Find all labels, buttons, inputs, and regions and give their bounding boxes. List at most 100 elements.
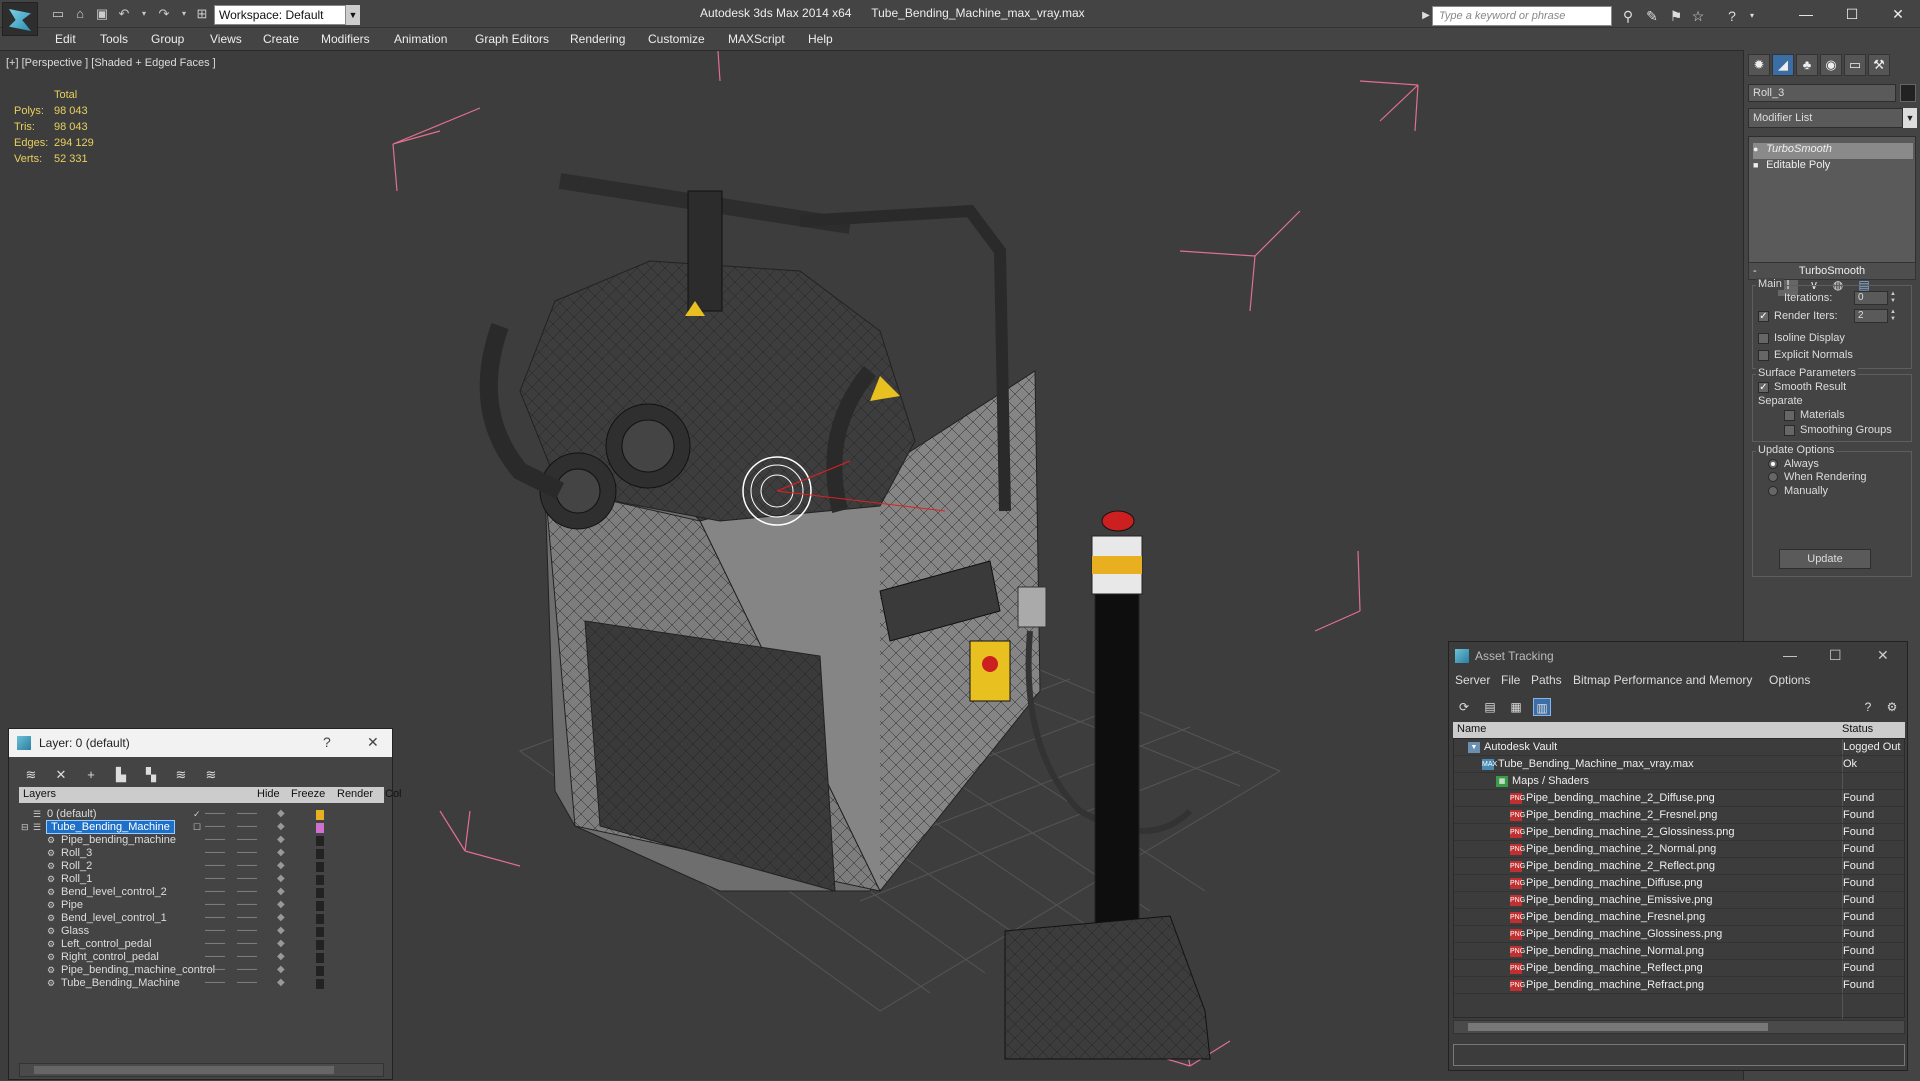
maximize-button[interactable]: ☐ [1832, 3, 1872, 25]
menu-options[interactable]: Options [1769, 673, 1810, 687]
hide-toggle[interactable]: —— [205, 912, 225, 923]
render-iters-spinner-arrows[interactable]: ▲ ▼ [1890, 309, 1898, 323]
asset-row[interactable]: PNG Pipe_bending_machine_Glossiness.png Fo… [1454, 926, 1904, 943]
asset-row[interactable]: PNG Pipe_bending_machine_Diffuse.png Found [1454, 875, 1904, 892]
asset-row[interactable]: PNG Pipe_bending_machine_2_Glossiness.png… [1454, 824, 1904, 841]
layer-color-swatch[interactable] [316, 979, 324, 989]
layer-color-swatch[interactable] [316, 875, 324, 885]
menu-edit[interactable]: Edit [55, 32, 76, 46]
hide-toggle[interactable]: —— [205, 847, 225, 858]
binoculars-icon[interactable]: ⚲ [1620, 8, 1636, 24]
render-toggle-icon[interactable]: ◆ [277, 821, 285, 832]
menu-create[interactable]: Create [263, 32, 299, 46]
maximize-icon[interactable]: ☐ [1829, 647, 1842, 664]
redo-dropdown-icon[interactable]: ▾ [176, 6, 192, 22]
hide-toggle[interactable]: —— [205, 886, 225, 897]
new-file-icon[interactable]: ▭ [50, 6, 66, 22]
stack-item-editable-poly[interactable]: ■ Editable Poly [1753, 159, 1830, 175]
delete-layer-icon[interactable]: ✕ [51, 765, 71, 785]
col-layers[interactable]: Layers [23, 788, 56, 800]
hide-toggle[interactable]: —— [205, 925, 225, 936]
freeze-toggle[interactable]: —— [237, 899, 257, 910]
asset-row[interactable]: ▦ Maps / Shaders [1454, 773, 1904, 790]
modify-tab-icon[interactable]: ◢ [1772, 54, 1794, 76]
freeze-toggle[interactable]: —— [237, 951, 257, 962]
col-hide[interactable]: Hide [257, 788, 280, 800]
hide-toggle[interactable]: —— [205, 938, 225, 949]
minimize-button[interactable]: — [1786, 3, 1826, 25]
layer-color-swatch[interactable] [316, 966, 324, 976]
asset-horizontal-scrollbar[interactable] [1453, 1020, 1905, 1034]
close-button[interactable]: ✕ [1878, 3, 1918, 25]
layer-color-swatch[interactable] [316, 927, 324, 937]
render-toggle-icon[interactable]: ◆ [277, 847, 285, 858]
manually-radio[interactable] [1768, 486, 1778, 496]
when-rendering-radio[interactable] [1768, 472, 1778, 482]
layer-horizontal-scrollbar[interactable] [19, 1063, 384, 1077]
render-toggle-icon[interactable]: ◆ [277, 951, 285, 962]
asset-tracking-titlebar[interactable]: Asset Tracking — ☐ ✕ [1449, 642, 1907, 670]
menu-group[interactable]: Group [151, 32, 184, 46]
smooth-result-checkbox[interactable]: ✓ [1758, 382, 1769, 393]
undo-dropdown-icon[interactable]: ▾ [136, 6, 152, 22]
freeze-toggle[interactable]: —— [237, 964, 257, 975]
hide-toggle[interactable]: —— [205, 951, 225, 962]
scrollbar-thumb[interactable] [34, 1066, 334, 1074]
render-toggle-icon[interactable]: ◆ [277, 886, 285, 897]
layer-row[interactable]: ⚙ Tube_Bending_Machine —— —— ◆ [19, 976, 384, 992]
materials-checkbox[interactable] [1784, 410, 1795, 421]
menu-bitmap-performance[interactable]: Bitmap Performance and Memory [1573, 673, 1752, 687]
asset-row[interactable]: PNG Pipe_bending_machine_2_Reflect.png Fou… [1454, 858, 1904, 875]
freeze-toggle[interactable]: —— [237, 873, 257, 884]
close-icon[interactable]: ✕ [1877, 647, 1889, 664]
object-name-field[interactable]: Roll_3 [1748, 84, 1896, 102]
menu-customize[interactable]: Customize [648, 32, 705, 46]
asset-row[interactable]: PNG Pipe_bending_machine_Fresnel.png Found [1454, 909, 1904, 926]
refresh-icon[interactable]: ⟳ [1455, 698, 1473, 716]
menu-file[interactable]: File [1501, 673, 1520, 687]
layers-icon[interactable]: ≋ [21, 765, 41, 785]
close-icon[interactable]: ✕ [367, 734, 379, 751]
render-toggle-icon[interactable]: ◆ [277, 873, 285, 884]
layer-color-swatch[interactable] [316, 888, 324, 898]
hide-toggle[interactable]: —— [205, 860, 225, 871]
communication-center-icon[interactable]: ⚑ [1668, 8, 1684, 24]
menu-paths[interactable]: Paths [1531, 673, 1562, 687]
asset-row[interactable]: PNG Pipe_bending_machine_Reflect.png Found [1454, 960, 1904, 977]
freeze-toggle[interactable]: —— [237, 821, 257, 832]
motion-tab-icon[interactable]: ◉ [1820, 54, 1842, 76]
menu-tools[interactable]: Tools [100, 32, 128, 46]
list-view-icon[interactable]: ▤ [1481, 698, 1499, 716]
freeze-toggle[interactable]: —— [237, 847, 257, 858]
asset-row[interactable]: PNG Pipe_bending_machine_2_Diffuse.png Fou… [1454, 790, 1904, 807]
menu-maxscript[interactable]: MAXScript [728, 32, 785, 46]
add-selected-icon[interactable]: ▙ [111, 765, 131, 785]
render-iters-checkbox[interactable]: ✓ [1758, 311, 1769, 322]
lightbulb-icon[interactable]: ● [1753, 144, 1763, 154]
minimize-icon[interactable]: — [1783, 647, 1797, 663]
asset-row[interactable]: PNG Pipe_bending_machine_2_Fresnel.png Fou… [1454, 807, 1904, 824]
make-current-checkbox[interactable]: ☐ [193, 822, 203, 832]
freeze-toggle[interactable]: —— [237, 925, 257, 936]
menu-animation[interactable]: Animation [394, 32, 447, 46]
render-toggle-icon[interactable]: ◆ [277, 912, 285, 923]
render-toggle-icon[interactable]: ◆ [277, 938, 285, 949]
freeze-toggle[interactable]: —— [237, 912, 257, 923]
settings-icon[interactable]: ⚙ [1883, 698, 1901, 716]
add-layer-icon[interactable]: + [81, 765, 101, 785]
viewport-label[interactable]: [+] [Perspective ] [Shaded + Edged Faces… [6, 57, 216, 69]
layer-color-swatch[interactable] [316, 914, 324, 924]
layer-manager-titlebar[interactable]: Layer: 0 (default) ? ✕ [9, 729, 392, 757]
menu-graph-editors[interactable]: Graph Editors [475, 32, 549, 46]
render-toggle-icon[interactable]: ◆ [277, 808, 285, 819]
col-status[interactable]: Status [1842, 723, 1873, 735]
asset-row[interactable]: ▼ Autodesk Vault Logged Out [1454, 739, 1904, 756]
always-radio[interactable] [1768, 459, 1778, 469]
search-input[interactable]: Type a keyword or phrase [1432, 6, 1612, 26]
undo-icon[interactable]: ↶ [116, 6, 132, 22]
utilities-tab-icon[interactable]: ⚒ [1868, 54, 1890, 76]
col-freeze[interactable]: Freeze [291, 788, 325, 800]
layer-color-swatch[interactable] [316, 823, 324, 833]
menu-help[interactable]: Help [808, 32, 833, 46]
open-file-icon[interactable]: ⌂ [72, 6, 88, 22]
